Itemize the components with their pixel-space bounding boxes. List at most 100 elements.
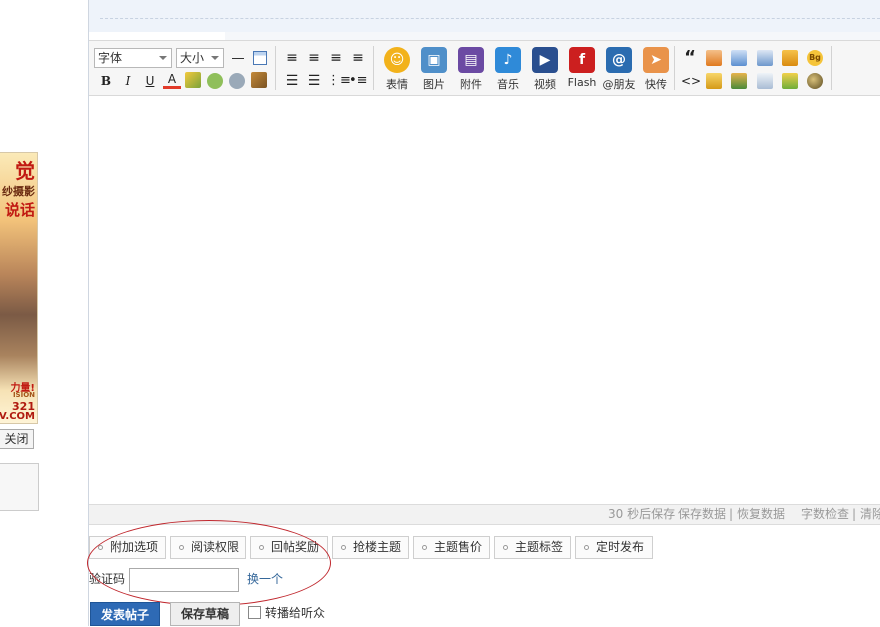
media-button-0[interactable]: ☺ 表情: [379, 45, 415, 95]
size-select-value: 大小: [180, 51, 205, 65]
save-data-link[interactable]: 保存数据: [678, 505, 726, 524]
spellcheck-icon[interactable]: [185, 72, 201, 88]
word-check-link[interactable]: 字数检查: [801, 505, 849, 524]
ordered-list-button[interactable]: ⋮≡: [327, 72, 351, 90]
media-box-icon[interactable]: [782, 50, 798, 66]
subject-dash-line: [100, 18, 880, 19]
media-button-6[interactable]: @ @朋友: [601, 45, 637, 95]
quote-button[interactable]: “: [681, 49, 699, 67]
media-button-label: 图片: [423, 78, 445, 91]
align-center-button[interactable]: ≡: [327, 49, 345, 67]
autosave-countdown: 30 秒后保存: [608, 507, 676, 521]
download-icon[interactable]: [731, 73, 747, 89]
chevron-down-icon: [159, 56, 167, 60]
horizontal-rule-icon: [232, 58, 244, 59]
background-icon[interactable]: Bg: [807, 50, 823, 66]
align-left-button[interactable]: ≡: [305, 49, 323, 67]
bold-button[interactable]: B: [97, 72, 115, 90]
bullet-icon: [584, 545, 589, 550]
editor-content-area[interactable]: [89, 96, 880, 504]
bullet-icon: [503, 545, 508, 550]
music-note-icon: ♪: [495, 47, 521, 73]
image-icon: ▣: [421, 47, 447, 73]
left-box: [0, 463, 39, 511]
forward-label: 转播给听众: [265, 606, 326, 620]
ad-line: ISION: [12, 391, 35, 399]
option-tab-5[interactable]: 主题标签: [494, 536, 571, 559]
restore-data-link[interactable]: 恢复数据: [737, 505, 785, 524]
option-tab-label: 主题标签: [515, 540, 564, 554]
format-brush-icon[interactable]: [251, 72, 267, 88]
globe-icon[interactable]: [807, 73, 823, 89]
submit-post-button[interactable]: 发表帖子: [90, 602, 160, 626]
page-icon[interactable]: [731, 50, 747, 66]
option-tab-label: 主题售价: [434, 540, 483, 554]
ad-close-button[interactable]: 关闭: [0, 429, 34, 449]
italic-button[interactable]: I: [119, 72, 137, 90]
chevron-down-icon: [211, 56, 219, 60]
option-tab-label: 定时发布: [596, 540, 645, 554]
key-icon[interactable]: [782, 73, 798, 89]
media-button-label: 快传: [645, 78, 667, 91]
subject-area: [89, 0, 880, 32]
media-button-7[interactable]: ➤ 快传: [638, 45, 674, 95]
bullet-icon: [422, 545, 427, 550]
bullet-icon: [341, 545, 346, 550]
media-button-4[interactable]: ▶ 视频: [527, 45, 563, 95]
font-color-button[interactable]: A: [163, 70, 181, 89]
annotation-ellipse: [87, 520, 331, 606]
media-button-2[interactable]: ▤ 附件: [453, 45, 489, 95]
archive-icon: ▤: [458, 47, 484, 73]
media-button-1[interactable]: ▣ 图片: [416, 45, 452, 95]
status-separator: |: [729, 507, 734, 521]
underline-button[interactable]: U: [141, 72, 159, 90]
paper-plane-icon: ➤: [643, 47, 669, 73]
ad-line: 觉: [15, 159, 35, 183]
unlink-icon[interactable]: [229, 73, 245, 89]
ad-line: 说话: [4, 201, 35, 219]
table-button[interactable]: [251, 49, 269, 67]
align-right-button[interactable]: ≡: [283, 49, 301, 67]
toolbar-separator: [674, 46, 675, 90]
hr-button[interactable]: [229, 49, 247, 67]
index-icon[interactable]: [757, 50, 773, 66]
link-icon[interactable]: [207, 73, 223, 89]
float-right-button[interactable]: ☰: [305, 72, 323, 90]
code-button[interactable]: <>: [681, 72, 701, 90]
ad-banner[interactable]: 觉 纱摄影 说话 力量! ISION 321 V.COM: [0, 152, 38, 424]
font-select-value: 字体: [98, 51, 123, 65]
media-button-label: 表情: [386, 78, 408, 91]
toolbar-separator: [275, 46, 276, 90]
frame-icon[interactable]: [757, 73, 773, 89]
ad-line: V.COM: [0, 411, 35, 422]
media-button-3[interactable]: ♪ 音乐: [490, 45, 526, 95]
option-tab-4[interactable]: 主题售价: [413, 536, 490, 559]
subject-underlay: [225, 32, 880, 40]
media-button-label: 视频: [534, 78, 556, 91]
toolbar-separator: [831, 46, 832, 90]
video-icon: ▶: [532, 47, 558, 73]
hide-icon[interactable]: [706, 50, 722, 66]
save-draft-button[interactable]: 保存草稿: [170, 602, 240, 626]
media-button-5[interactable]: f Flash: [564, 45, 600, 95]
forward-checkbox[interactable]: [248, 606, 261, 619]
option-tab-3[interactable]: 抢楼主题: [332, 536, 409, 559]
editor-toolbar: 字体 大小 B I U A ≡ ≡ ≡ ≡ ☰ ☰ ⋮≡ •≡ ☺ 表情 ▣ 图片 ▤ 附…: [89, 40, 880, 96]
flash-icon: f: [569, 47, 595, 73]
option-tab-label: 抢楼主题: [353, 540, 402, 554]
font-select[interactable]: 字体: [94, 48, 172, 68]
status-separator: |: [852, 507, 857, 521]
unordered-list-button[interactable]: •≡: [349, 72, 368, 90]
smiley-icon: ☺: [384, 47, 410, 73]
option-tab-6[interactable]: 定时发布: [575, 536, 653, 559]
media-button-label: @朋友: [602, 78, 636, 91]
align-justify-button[interactable]: ≡: [349, 49, 367, 67]
float-left-button[interactable]: ☰: [283, 72, 301, 90]
media-button-label: Flash: [567, 76, 597, 89]
size-select[interactable]: 大小: [176, 48, 224, 68]
clear-link[interactable]: 清除: [860, 505, 880, 524]
at-icon: @: [606, 47, 632, 73]
media-button-label: 附件: [460, 78, 482, 91]
toolbar-separator: [373, 46, 374, 90]
lock-icon[interactable]: [706, 73, 722, 89]
